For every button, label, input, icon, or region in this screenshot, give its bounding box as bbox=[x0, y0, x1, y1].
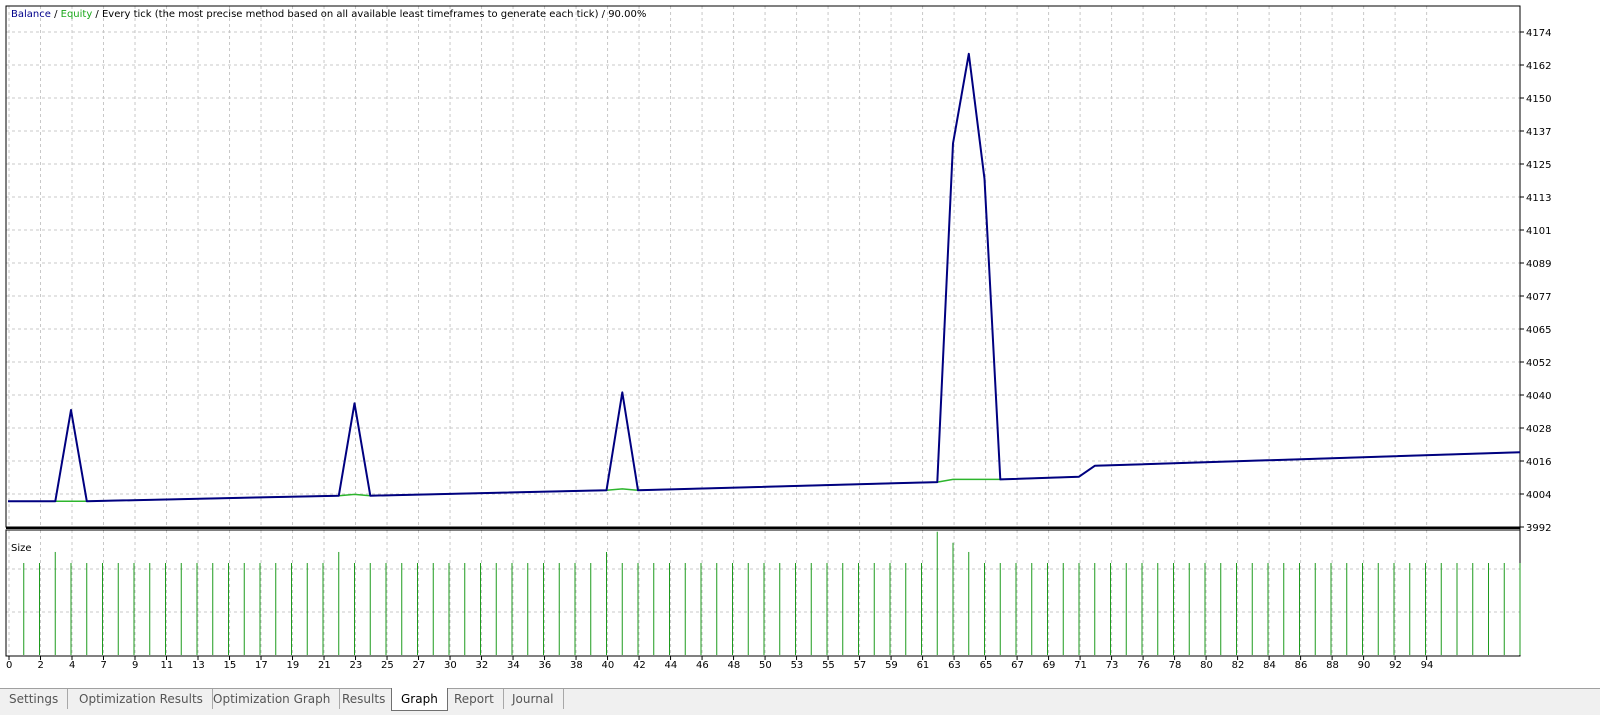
x-tick-label: 4 bbox=[69, 660, 75, 671]
x-tick-label: 67 bbox=[1011, 660, 1024, 671]
x-tick-label: 76 bbox=[1137, 660, 1150, 671]
main-plot-grid bbox=[6, 6, 1520, 527]
tab-journal[interactable]: Journal bbox=[503, 689, 564, 709]
chart-header: Balance / Equity / Every tick (the most … bbox=[11, 9, 646, 20]
main-plot-frame bbox=[5, 5, 1521, 528]
y-tick-label: 4065 bbox=[1526, 325, 1551, 336]
y-tick-label: 4028 bbox=[1526, 424, 1551, 435]
x-tick-label: 90 bbox=[1358, 660, 1371, 671]
balance-line bbox=[8, 52, 1521, 503]
y-tick-label: 4137 bbox=[1526, 127, 1551, 138]
size-panel-label: Size bbox=[11, 543, 32, 554]
x-tick-label: 55 bbox=[822, 660, 835, 671]
x-tick-label: 25 bbox=[381, 660, 394, 671]
x-axis: 0 2 4 7 9 11 13 15 17 19 21 23 25 27 30 32 34 36 38 40 42 44 4… bbox=[6, 656, 1433, 671]
y-tick-label: 4052 bbox=[1526, 358, 1551, 369]
x-tick-label: 82 bbox=[1232, 660, 1245, 671]
size-panel-grid bbox=[6, 530, 1520, 656]
x-tick-label: 7 bbox=[101, 660, 107, 671]
chart-canvas: 4174416241504137412541134101408940774065… bbox=[5, 5, 1551, 671]
y-axis: 4174 4162 4150 4137 4125 4113 4101 4089 4077 4065… bbox=[1520, 28, 1551, 534]
x-tick-label: 92 bbox=[1389, 660, 1402, 671]
tab-optimization-results[interactable]: Optimization Results bbox=[70, 689, 213, 709]
plot-frames bbox=[5, 5, 1521, 657]
x-tick-label: 84 bbox=[1263, 660, 1276, 671]
x-tick-label: 53 bbox=[791, 660, 804, 671]
x-tick-label: 0 bbox=[6, 660, 12, 671]
x-tick-label: 71 bbox=[1074, 660, 1087, 671]
x-tick-label: 61 bbox=[917, 660, 930, 671]
x-tick-label: 34 bbox=[507, 660, 520, 671]
y-tick-label: 4101 bbox=[1526, 226, 1551, 237]
x-tick-label: 94 bbox=[1421, 660, 1434, 671]
x-tick-label: 36 bbox=[539, 660, 552, 671]
y-tick-label: 4174 bbox=[1526, 28, 1551, 39]
y-tick-label: 4162 bbox=[1526, 61, 1551, 72]
x-tick-label: 40 bbox=[602, 660, 615, 671]
x-tick-label: 15 bbox=[224, 660, 237, 671]
x-tick-label: 2 bbox=[38, 660, 44, 671]
y-tick-label: 4016 bbox=[1526, 457, 1551, 468]
tester-tab-bar: Settings Optimization Results Optimizati… bbox=[0, 688, 1600, 715]
x-tick-label: 63 bbox=[948, 660, 961, 671]
x-tick-label: 9 bbox=[132, 660, 138, 671]
y-tick-label: 4089 bbox=[1526, 259, 1551, 270]
x-tick-label: 23 bbox=[350, 660, 363, 671]
size-panel-frame bbox=[5, 529, 1521, 657]
x-tick-label: 80 bbox=[1200, 660, 1213, 671]
x-tick-label: 88 bbox=[1326, 660, 1339, 671]
y-tick-label: 4040 bbox=[1526, 391, 1551, 402]
y-tick-label: 3992 bbox=[1526, 523, 1551, 534]
strategy-tester-graph: 4174 4162 4150 4137 4125 4113 4101 4089 4077 4065… bbox=[0, 0, 1600, 688]
x-tick-label: 65 bbox=[980, 660, 993, 671]
x-tick-label: 69 bbox=[1043, 660, 1056, 671]
x-tick-label: 32 bbox=[476, 660, 489, 671]
balance-legend-label: Balance bbox=[11, 9, 51, 20]
x-tick-label: 19 bbox=[287, 660, 300, 671]
x-tick-label: 13 bbox=[192, 660, 205, 671]
x-tick-label: 21 bbox=[318, 660, 331, 671]
x-tick-label: 73 bbox=[1106, 660, 1119, 671]
tab-results[interactable]: Results bbox=[333, 689, 396, 709]
equity-legend-label: Equity bbox=[60, 9, 93, 20]
y-tick-label: 4125 bbox=[1526, 160, 1551, 171]
y-tick-label: 4113 bbox=[1526, 193, 1551, 204]
x-tick-label: 30 bbox=[444, 660, 457, 671]
tab-optimization-graph[interactable]: Optimization Graph bbox=[204, 689, 341, 709]
x-tick-label: 57 bbox=[854, 660, 867, 671]
legend-separator: / bbox=[50, 9, 61, 20]
test-description: / Every tick (the most precise method ba… bbox=[92, 9, 647, 20]
x-tick-label: 42 bbox=[633, 660, 646, 671]
x-tick-label: 59 bbox=[885, 660, 898, 671]
tab-graph[interactable]: Graph bbox=[391, 688, 448, 711]
x-tick-label: 50 bbox=[759, 660, 772, 671]
x-tick-label: 38 bbox=[570, 660, 583, 671]
x-tick-label: 78 bbox=[1169, 660, 1182, 671]
size-bars bbox=[23, 531, 1521, 655]
x-tick-label: 44 bbox=[665, 660, 678, 671]
x-tick-label: 86 bbox=[1295, 660, 1308, 671]
x-tick-label: 48 bbox=[728, 660, 741, 671]
y-tick-label: 4150 bbox=[1526, 94, 1551, 105]
x-tick-label: 11 bbox=[161, 660, 174, 671]
x-tick-label: 17 bbox=[255, 660, 268, 671]
y-tick-label: 4004 bbox=[1526, 490, 1551, 501]
tab-settings[interactable]: Settings bbox=[0, 689, 69, 709]
tab-report[interactable]: Report bbox=[445, 689, 504, 709]
series-lines bbox=[8, 52, 1521, 503]
x-tick-label: 46 bbox=[696, 660, 709, 671]
x-tick-label: 27 bbox=[413, 660, 426, 671]
y-tick-label: 4077 bbox=[1526, 292, 1551, 303]
